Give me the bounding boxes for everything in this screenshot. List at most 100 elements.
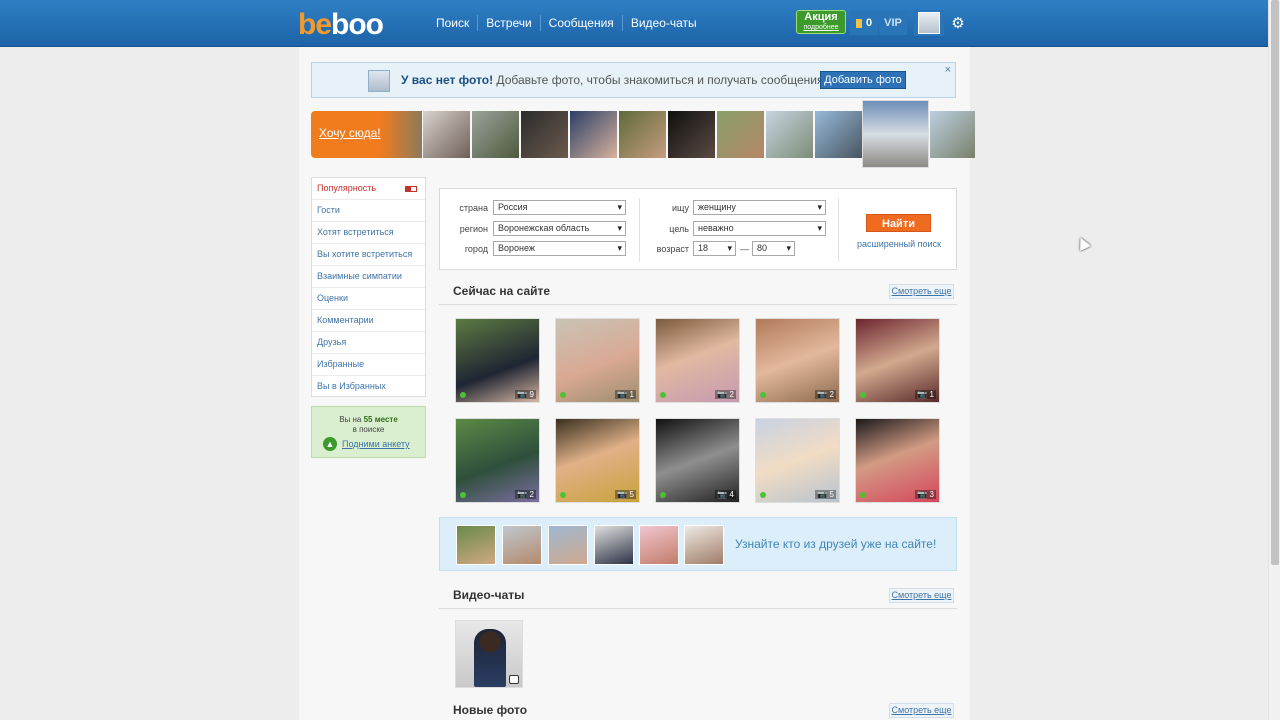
find-friends-banner[interactable]: Узнайте кто из друзей уже на сайте!	[439, 517, 957, 571]
friend-thumb	[548, 525, 588, 565]
age-label: возраст	[656, 244, 689, 254]
online-profile-card[interactable]: 📷 2	[755, 318, 840, 403]
menu-item-in-favorites[interactable]: Вы в Избранных	[312, 376, 425, 398]
menu-item-mutual-likes[interactable]: Взаимные симпатии	[312, 266, 425, 288]
raise-profile-link[interactable]: Подними анкету	[342, 439, 410, 449]
notice-bold: У вас нет фото!	[401, 73, 494, 87]
online-profile-card[interactable]: 📷 1	[855, 318, 940, 403]
nav-meetings[interactable]: Встречи	[478, 15, 541, 31]
menu-item-guests[interactable]: Гости	[312, 200, 425, 222]
nav-video-chats[interactable]: Видео-чаты	[623, 15, 705, 31]
promo-title: Акция	[804, 11, 838, 23]
strip-photo[interactable]	[472, 111, 519, 158]
strip-photo[interactable]	[521, 111, 568, 158]
strip-photo[interactable]	[930, 111, 975, 158]
logo-part-left: be	[298, 8, 332, 41]
rank-prefix: Вы на	[339, 415, 364, 424]
online-profile-card[interactable]: 📷 5	[755, 418, 840, 503]
menu-item-favorites[interactable]: Избранные	[312, 354, 425, 376]
strip-photo[interactable]	[717, 111, 764, 158]
divider	[838, 198, 839, 262]
online-profile-card[interactable]: 📷 2	[455, 418, 540, 503]
advanced-search-link[interactable]: расширенный поиск	[856, 239, 942, 249]
page-scrollbar[interactable]	[1268, 0, 1280, 720]
city-select[interactable]: Воронеж	[493, 241, 626, 256]
online-indicator	[760, 492, 766, 498]
country-select[interactable]: Россия	[493, 200, 626, 215]
seek-select[interactable]: женщину	[693, 200, 826, 215]
online-profile-card[interactable]: 📷 5	[555, 418, 640, 503]
city-label: город	[464, 244, 488, 254]
rank-line: Вы на 55 месте	[312, 415, 425, 424]
gear-icon[interactable]: ⚙	[948, 11, 968, 35]
photo-count: 📷 3	[915, 490, 936, 499]
featured-strip: Хочу сюда!	[311, 100, 975, 168]
online-profile-card[interactable]: 📷 9	[455, 318, 540, 403]
online-profile-card[interactable]: 📷 2	[655, 318, 740, 403]
logo-part-right: boo	[331, 8, 384, 41]
menu-item-friends[interactable]: Друзья	[312, 332, 425, 354]
online-indicator	[760, 392, 766, 398]
friend-thumb	[456, 525, 496, 565]
nav-search[interactable]: Поиск	[428, 15, 479, 31]
friend-thumb	[594, 525, 634, 565]
coin-icon	[855, 18, 862, 28]
online-indicator	[660, 392, 666, 398]
strip-photo[interactable]	[619, 111, 666, 158]
photo-count-value: 9	[529, 390, 534, 399]
age-from-select[interactable]: 18	[693, 241, 736, 256]
menu-item-popularity[interactable]: Популярность	[312, 178, 425, 200]
strip-photo[interactable]	[423, 111, 470, 158]
friend-thumb	[502, 525, 542, 565]
online-indicator	[860, 492, 866, 498]
menu-item-want-to-meet[interactable]: Хотят встретиться	[312, 222, 425, 244]
profile-avatar-button[interactable]	[914, 10, 944, 36]
new-photos-section-title: Новые фото	[453, 703, 528, 717]
strip-photo-featured[interactable]	[862, 100, 929, 168]
popularity-meter-icon	[405, 186, 417, 192]
new-photos-see-more-button[interactable]: Смотреть еще	[889, 703, 954, 718]
strip-photo[interactable]	[815, 111, 862, 158]
goal-select[interactable]: неважно	[693, 221, 826, 236]
video-chat-card[interactable]	[455, 620, 523, 688]
strip-photo[interactable]	[570, 111, 617, 158]
webcam-icon	[509, 675, 519, 684]
friend-thumb	[684, 525, 724, 565]
menu-item-you-want-to-meet[interactable]: Вы хотите встретиться	[312, 244, 425, 266]
scrollbar-thumb[interactable]	[1271, 0, 1279, 565]
user-placeholder-icon	[368, 70, 390, 92]
notice-text: У вас нет фото! Добавьте фото, чтобы зна…	[401, 73, 823, 87]
find-button[interactable]: Найти	[866, 214, 931, 232]
age-to-select[interactable]: 80	[752, 241, 795, 256]
photo-count-value: 1	[929, 390, 934, 399]
promo-subtitle: подробнее	[803, 24, 839, 31]
coins-button[interactable]: 0	[850, 11, 878, 35]
nav-messages[interactable]: Сообщения	[541, 15, 623, 31]
strip-photo[interactable]	[766, 111, 813, 158]
photo-count-value: 2	[829, 390, 834, 399]
close-icon[interactable]: ×	[945, 64, 951, 76]
menu-item-ratings[interactable]: Оценки	[312, 288, 425, 310]
video-see-more-button[interactable]: Смотреть еще	[889, 588, 954, 603]
video-section-title: Видео-чаты	[453, 588, 525, 602]
photo-count: 📷 2	[815, 390, 836, 399]
photo-count: 📷 5	[615, 490, 636, 499]
strip-photo[interactable]	[668, 111, 715, 158]
bebop-logo[interactable]: beboo	[298, 8, 384, 42]
online-profile-card[interactable]: 📷 3	[855, 418, 940, 503]
region-select[interactable]: Воронежская область	[493, 221, 626, 236]
add-photo-button[interactable]: Добавить фото	[820, 71, 906, 89]
online-indicator	[460, 392, 466, 398]
divider	[639, 198, 640, 262]
photo-count: 📷 4	[715, 490, 736, 499]
region-label: регион	[459, 224, 488, 234]
photo-count: 📷 1	[615, 390, 636, 399]
country-label: страна	[459, 203, 488, 213]
menu-item-comments[interactable]: Комментарии	[312, 310, 425, 332]
vip-button[interactable]: VIP	[879, 11, 907, 35]
online-profile-card[interactable]: 📷 4	[655, 418, 740, 503]
online-see-more-button[interactable]: Смотреть еще	[889, 284, 954, 299]
online-profile-card[interactable]: 📷 1	[555, 318, 640, 403]
want-here-button[interactable]: Хочу сюда!	[311, 111, 422, 158]
promo-button[interactable]: Акция подробнее	[796, 10, 846, 34]
